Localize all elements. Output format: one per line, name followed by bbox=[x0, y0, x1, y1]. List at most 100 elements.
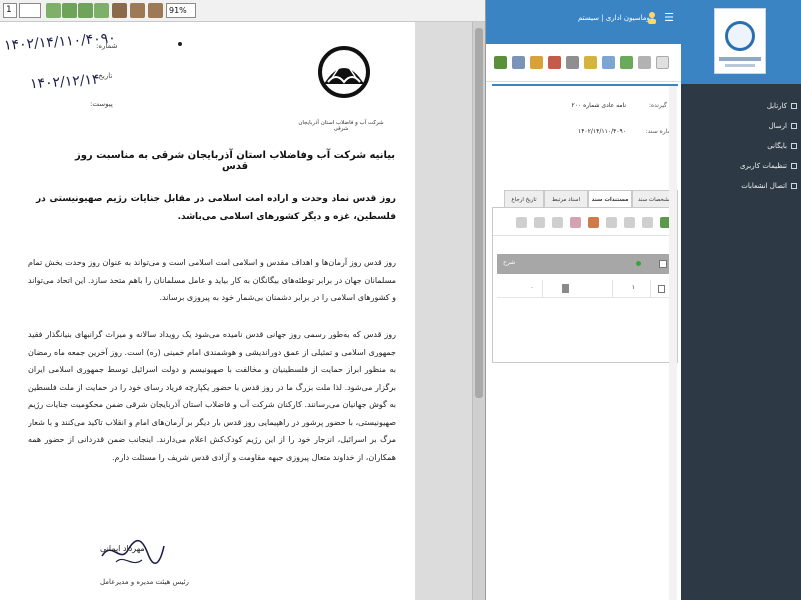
sidebar-item-connections[interactable]: اتصال انشعابات bbox=[681, 176, 801, 196]
organization-logo bbox=[714, 8, 766, 74]
document-paragraph-2: روز قدس که به‌طور رسمی روز جهانی قدس نام… bbox=[28, 330, 396, 462]
status-dot-icon bbox=[636, 261, 641, 266]
reply-icon[interactable] bbox=[530, 56, 543, 69]
document-page: ۱۴۰۲/۱۴/۱۱۰/۴۰۹۰ ۱۴۰۲/۱۲/۱۴ شماره: تاریخ… bbox=[0, 22, 415, 600]
print-icon[interactable] bbox=[112, 3, 127, 18]
document-viewer: 1 91% ۱۴۰۲/۱۴/۱۱۰/۴۰۹۰ ۱۴۰۲/۱۲/۱۴ شماره:… bbox=[0, 0, 485, 600]
app-header: اتوماسیون اداری | سیستم ☰ bbox=[486, 0, 682, 44]
document-lead: روز قدس نماد وحدت و اراده امت اسلامی در … bbox=[36, 194, 396, 222]
letter-date: ۱۴۰۲/۱۲/۱۴ bbox=[29, 71, 101, 93]
viewer-scrollbar[interactable] bbox=[472, 22, 485, 600]
app-main-panel: اتوماسیون اداری | سیستم ☰ نام گیرنده: نا… bbox=[485, 0, 682, 600]
grid-edit-icon[interactable] bbox=[642, 217, 653, 228]
sidebar-top bbox=[681, 0, 801, 84]
last-page-icon[interactable] bbox=[94, 3, 109, 18]
toolbar-divider bbox=[492, 84, 678, 86]
fit-page-icon[interactable] bbox=[148, 3, 163, 18]
folder-icon bbox=[791, 183, 797, 189]
sidebar-item-user-settings[interactable]: تنظیمات کاربری bbox=[681, 156, 801, 176]
grid-copy-icon[interactable] bbox=[624, 217, 635, 228]
page-count-field bbox=[19, 3, 41, 18]
viewer-toolbar: 1 91% bbox=[0, 0, 485, 22]
sidebar-item-inbox[interactable]: کارتابل bbox=[681, 96, 801, 116]
grid-delete-icon[interactable] bbox=[588, 217, 599, 228]
doc-dot bbox=[178, 42, 182, 46]
page-number-input[interactable]: 1 bbox=[3, 3, 17, 18]
signer-role: رئیس هیئت مدیره و مدیرعامل bbox=[100, 578, 189, 586]
grid-header: شرح bbox=[497, 254, 673, 274]
sidebar-item-label: بایگانی bbox=[767, 142, 787, 150]
label-number: شماره: bbox=[96, 42, 118, 50]
signature-image bbox=[101, 539, 165, 565]
sidebar-item-label: ارسال bbox=[768, 122, 787, 130]
document-paragraph-1: روز قدس روز آرمان‌ها و اهداف مقدس و اسلا… bbox=[28, 258, 396, 302]
grid-separator bbox=[650, 280, 651, 298]
grid-header-description: شرح bbox=[503, 259, 516, 266]
previous-page-icon[interactable] bbox=[62, 3, 77, 18]
sidebar-item-label: تنظیمات کاربری bbox=[739, 162, 787, 170]
note-icon[interactable] bbox=[584, 56, 597, 69]
document-title: بیانیه شرکت آب وفاضلاب استان آذربایجان ش… bbox=[74, 150, 396, 172]
app-toolbar bbox=[486, 44, 682, 82]
sidebar-item-send[interactable]: ارسال bbox=[681, 116, 801, 136]
app-scrollbar[interactable] bbox=[669, 86, 677, 600]
grid-toolbar bbox=[493, 208, 677, 236]
user-icon[interactable] bbox=[646, 11, 658, 25]
archive-icon[interactable] bbox=[602, 56, 615, 69]
sidebar-item-label: اتصال انشعابات bbox=[741, 182, 787, 190]
first-page-icon[interactable] bbox=[46, 3, 61, 18]
field-recipient-value: نامه عادی شماره ۲۰۰ bbox=[571, 102, 626, 109]
viewer-gutter bbox=[415, 22, 472, 600]
folder-icon bbox=[791, 103, 797, 109]
print-doc-icon[interactable] bbox=[620, 56, 633, 69]
signer-name: مهرداد ایمانی bbox=[100, 544, 145, 553]
sidebar: کارتابل ارسال بایگانی تنظیمات کاربری اتص… bbox=[681, 0, 801, 600]
label-attachment: پیوست: bbox=[90, 100, 113, 108]
field-doc-number-value: ۱۴۰۲/۱۴/۱۱۰/۴۰۹۰ bbox=[578, 128, 626, 135]
zoom-select[interactable]: 91% bbox=[166, 3, 196, 18]
select-all-checkbox[interactable] bbox=[659, 260, 667, 268]
next-page-icon[interactable] bbox=[78, 3, 93, 18]
row-dash: - bbox=[531, 284, 534, 291]
tab-doc-attachments[interactable]: مستندات سند bbox=[588, 190, 632, 208]
fit-width-icon[interactable] bbox=[130, 3, 145, 18]
forward-icon[interactable] bbox=[512, 56, 525, 69]
menu-toggle-icon[interactable]: ☰ bbox=[663, 12, 675, 24]
logo-caption: شرکت آب و فاضلاب استان آذربایجان شرقی bbox=[298, 120, 384, 132]
tab-related-docs[interactable]: اسناد مرتبط bbox=[544, 190, 588, 208]
grid-view-icon[interactable] bbox=[516, 217, 527, 228]
sidebar-item-archive[interactable]: بایگانی bbox=[681, 136, 801, 156]
grid-pdf-icon[interactable] bbox=[570, 217, 581, 228]
company-logo-icon bbox=[318, 46, 370, 98]
viewer-scrollbar-thumb[interactable] bbox=[475, 28, 483, 398]
grid-separator bbox=[612, 280, 613, 298]
file-icon[interactable] bbox=[562, 284, 569, 293]
sidebar-menu: کارتابل ارسال بایگانی تنظیمات کاربری اتص… bbox=[681, 96, 801, 196]
history-icon[interactable] bbox=[638, 56, 651, 69]
view-icon[interactable] bbox=[656, 56, 669, 69]
folder-icon bbox=[791, 163, 797, 169]
app-header-title: اتوماسیون اداری | سیستم bbox=[577, 14, 654, 22]
label-date: تاریخ: bbox=[96, 72, 113, 80]
row-checkbox[interactable] bbox=[658, 285, 665, 293]
refresh-icon[interactable] bbox=[494, 56, 507, 69]
table-row[interactable]: ۱ - bbox=[497, 280, 673, 298]
document-tabs: مشخصات سند مستندات سند اسناد مرتبط تاریخ… bbox=[492, 190, 678, 208]
attach-icon[interactable] bbox=[566, 56, 579, 69]
tab-panel: شرح ۱ - bbox=[492, 207, 678, 363]
logo-text-bar bbox=[719, 57, 761, 61]
grid-scan-icon[interactable] bbox=[552, 217, 563, 228]
grid-separator bbox=[542, 280, 543, 298]
tab-referral-date[interactable]: تاریخ ارجاع bbox=[504, 190, 544, 208]
folder-icon bbox=[791, 143, 797, 149]
logo-text-bar bbox=[725, 64, 755, 67]
delete-icon[interactable] bbox=[548, 56, 561, 69]
grid-move-icon[interactable] bbox=[606, 217, 617, 228]
organization-logo-icon bbox=[725, 21, 755, 51]
field-recipient: نام گیرنده: نامه عادی شماره ۲۰۰ bbox=[486, 98, 682, 118]
folder-icon bbox=[791, 123, 797, 129]
grid-download-icon[interactable] bbox=[534, 217, 545, 228]
row-index: ۱ bbox=[631, 284, 635, 291]
sidebar-item-label: کارتابل bbox=[766, 102, 787, 110]
field-doc-number: شماره سند: ۱۴۰۲/۱۴/۱۱۰/۴۰۹۰ bbox=[486, 124, 682, 144]
